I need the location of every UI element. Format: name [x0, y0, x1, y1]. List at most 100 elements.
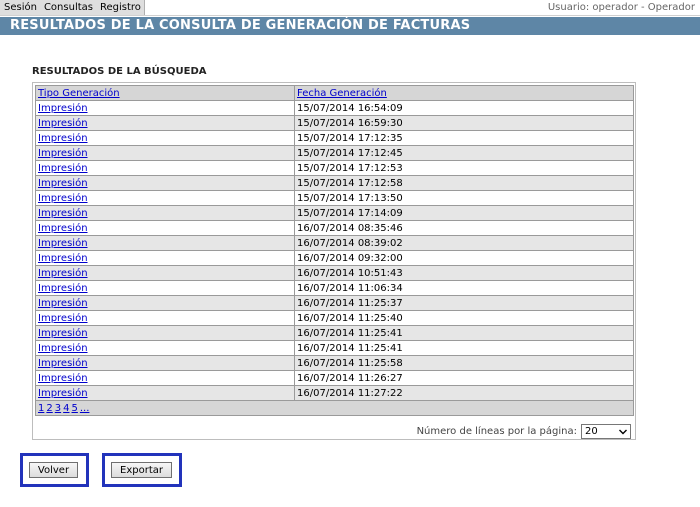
- column-header-tipo: Tipo Generación: [35, 85, 295, 101]
- tipo-generacion-cell: Impresión: [35, 235, 295, 251]
- tipo-generacion-cell: Impresión: [35, 100, 295, 116]
- tipo-generacion-cell: Impresión: [35, 205, 295, 221]
- table-row: Impresión 16/07/2014 11:25:41: [35, 340, 634, 356]
- table-row: Impresión 16/07/2014 11:06:34: [35, 280, 634, 296]
- table-row: Impresión 16/07/2014 09:32:00: [35, 250, 634, 266]
- table-row: Impresión 15/07/2014 16:54:09: [35, 100, 634, 116]
- tipo-generacion-link[interactable]: Impresión: [38, 268, 88, 279]
- pager-link[interactable]: 2: [46, 403, 52, 414]
- tipo-generacion-link[interactable]: Impresión: [38, 313, 88, 324]
- tipo-generacion-cell: Impresión: [35, 145, 295, 161]
- tipo-generacion-link[interactable]: Impresión: [38, 133, 88, 144]
- tipo-generacion-link[interactable]: Impresión: [38, 298, 88, 309]
- tipo-generacion-cell: Impresión: [35, 280, 295, 296]
- results-panel: Tipo Generación Fecha Generación Impresi…: [32, 82, 636, 440]
- table-row: Impresión 16/07/2014 08:35:46: [35, 220, 634, 236]
- tipo-generacion-link[interactable]: Impresión: [38, 193, 88, 204]
- tipo-generacion-cell: Impresión: [35, 370, 295, 386]
- tipo-generacion-cell: Impresión: [35, 340, 295, 356]
- tipo-generacion-cell: Impresión: [35, 295, 295, 311]
- tipo-generacion-link[interactable]: Impresión: [38, 178, 88, 189]
- tipo-generacion-link[interactable]: Impresión: [38, 373, 88, 384]
- fecha-generacion-cell: 16/07/2014 11:27:22: [294, 385, 634, 401]
- table-row: Impresión 16/07/2014 10:51:43: [35, 265, 634, 281]
- fecha-generacion-cell: 16/07/2014 08:39:02: [294, 235, 634, 251]
- table-row: Impresión 16/07/2014 11:25:37: [35, 295, 634, 311]
- fecha-generacion-cell: 15/07/2014 17:12:45: [294, 145, 634, 161]
- fecha-generacion-cell: 16/07/2014 11:25:37: [294, 295, 634, 311]
- tipo-generacion-link[interactable]: Impresión: [38, 238, 88, 249]
- pager-link[interactable]: 5: [72, 403, 78, 414]
- user-info: Usuario: operador - Operador: [547, 2, 695, 13]
- tipo-generacion-cell: Impresión: [35, 385, 295, 401]
- pager-link[interactable]: ...: [80, 403, 90, 414]
- table-body: Impresión 15/07/2014 16:54:09 Impresión 15/…: [35, 100, 634, 401]
- tipo-generacion-cell: Impresión: [35, 310, 295, 326]
- tipo-generacion-cell: Impresión: [35, 190, 295, 206]
- fecha-generacion-cell: 15/07/2014 17:13:50: [294, 190, 634, 206]
- export-button[interactable]: Exportar: [111, 462, 172, 478]
- sort-link-fecha-generacion[interactable]: Fecha Generación: [297, 88, 387, 99]
- table-row: Impresión 16/07/2014 11:25:58: [35, 355, 634, 371]
- tipo-generacion-link[interactable]: Impresión: [38, 328, 88, 339]
- fecha-generacion-cell: 16/07/2014 11:26:27: [294, 370, 634, 386]
- table-row: Impresión 15/07/2014 17:12:35: [35, 130, 634, 146]
- fecha-generacion-cell: 16/07/2014 09:32:00: [294, 250, 634, 266]
- tipo-generacion-cell: Impresión: [35, 265, 295, 281]
- back-button[interactable]: Volver: [29, 462, 78, 478]
- pager-link[interactable]: 3: [55, 403, 61, 414]
- section-title: RESULTADOS DE LA BÚSQUEDA: [32, 66, 207, 77]
- lines-per-page-select[interactable]: 20: [581, 424, 631, 439]
- pager: 1 2 3 4 5...: [35, 400, 634, 416]
- fecha-generacion-cell: 16/07/2014 11:25:40: [294, 310, 634, 326]
- lines-per-page-value: 20: [585, 426, 598, 437]
- tipo-generacion-cell: Impresión: [35, 115, 295, 131]
- fecha-generacion-cell: 15/07/2014 17:12:58: [294, 175, 634, 191]
- tipo-generacion-cell: Impresión: [35, 355, 295, 371]
- menu-item-registro[interactable]: Registro: [96, 0, 144, 15]
- fecha-generacion-cell: 15/07/2014 16:54:09: [294, 100, 634, 116]
- table-row: Impresión 15/07/2014 17:12:45: [35, 145, 634, 161]
- menu-item-consultas[interactable]: Consultas: [40, 0, 96, 15]
- chevron-down-icon: [619, 429, 627, 434]
- tipo-generacion-link[interactable]: Impresión: [38, 253, 88, 264]
- tipo-generacion-link[interactable]: Impresión: [38, 343, 88, 354]
- tipo-generacion-link[interactable]: Impresión: [38, 208, 88, 219]
- table-header-row: Tipo Generación Fecha Generación: [35, 85, 634, 101]
- results-table: Tipo Generación Fecha Generación Impresi…: [35, 85, 634, 416]
- table-row: Impresión 15/07/2014 17:14:09: [35, 205, 634, 221]
- column-header-fecha: Fecha Generación: [294, 85, 634, 101]
- fecha-generacion-cell: 16/07/2014 10:51:43: [294, 265, 634, 281]
- sort-link-tipo-generacion[interactable]: Tipo Generación: [38, 88, 120, 99]
- tipo-generacion-link[interactable]: Impresión: [38, 358, 88, 369]
- tipo-generacion-link[interactable]: Impresión: [38, 118, 88, 129]
- table-row: Impresión 16/07/2014 11:26:27: [35, 370, 634, 386]
- fecha-generacion-cell: 16/07/2014 11:25:58: [294, 355, 634, 371]
- tipo-generacion-link[interactable]: Impresión: [38, 148, 88, 159]
- fecha-generacion-cell: 16/07/2014 11:06:34: [294, 280, 634, 296]
- tipo-generacion-link[interactable]: Impresión: [38, 388, 88, 399]
- tipo-generacion-link[interactable]: Impresión: [38, 283, 88, 294]
- tipo-generacion-cell: Impresión: [35, 220, 295, 236]
- menu-item-sesion[interactable]: Sesión: [0, 0, 40, 15]
- page-title: RESULTADOS DE LA CONSULTA DE GENERACIÓN …: [10, 18, 471, 33]
- fecha-generacion-cell: 15/07/2014 17:12:35: [294, 130, 634, 146]
- tipo-generacion-link[interactable]: Impresión: [38, 223, 88, 234]
- pager-link[interactable]: 4: [63, 403, 69, 414]
- tipo-generacion-link[interactable]: Impresión: [38, 103, 88, 114]
- fecha-generacion-cell: 16/07/2014 11:25:41: [294, 340, 634, 356]
- lines-per-page: Número de líneas por la página: 20: [417, 424, 631, 439]
- table-row: Impresión 15/07/2014 17:12:58: [35, 175, 634, 191]
- table-row: Impresión 15/07/2014 17:12:53: [35, 160, 634, 176]
- pager-link[interactable]: 1: [38, 403, 44, 414]
- table-row: Impresión 15/07/2014 16:59:30: [35, 115, 634, 131]
- tipo-generacion-cell: Impresión: [35, 175, 295, 191]
- fecha-generacion-cell: 16/07/2014 11:25:41: [294, 325, 634, 341]
- tipo-generacion-cell: Impresión: [35, 130, 295, 146]
- tipo-generacion-link[interactable]: Impresión: [38, 163, 88, 174]
- fecha-generacion-cell: 15/07/2014 17:12:53: [294, 160, 634, 176]
- pager-row: 1 2 3 4 5...: [35, 400, 634, 416]
- table-row: Impresión 16/07/2014 11:27:22: [35, 385, 634, 401]
- title-bar: RESULTADOS DE LA CONSULTA DE GENERACIÓN …: [0, 17, 700, 35]
- tipo-generacion-cell: Impresión: [35, 325, 295, 341]
